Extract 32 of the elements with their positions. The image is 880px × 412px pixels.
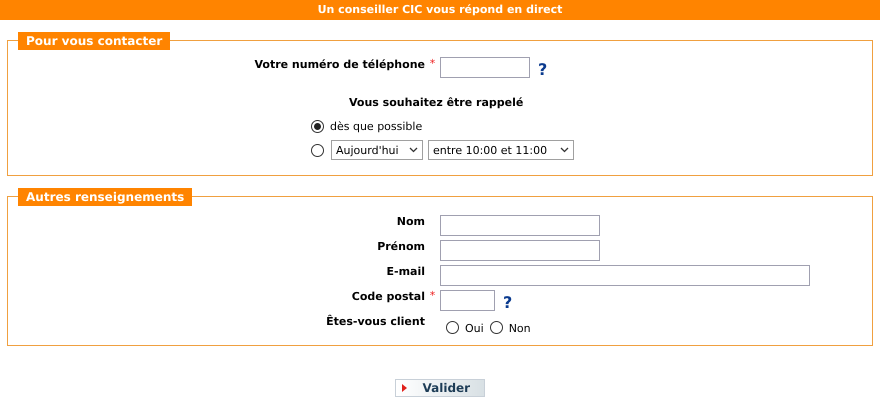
time-dropdown[interactable]: entre 10:00 et 11:00 (428, 140, 574, 160)
field-label: Code postal (350, 289, 425, 303)
field-label: Nom (396, 214, 425, 228)
text-input[interactable] (440, 240, 600, 261)
chevron-icon (560, 147, 569, 153)
help-link[interactable]: ? (503, 289, 512, 312)
radio-label: Oui (465, 322, 484, 335)
help-link[interactable]: ? (538, 56, 548, 78)
text-input[interactable] (440, 265, 810, 286)
triangle-icon (402, 384, 406, 392)
section-legend: Pour vous contacter (18, 32, 170, 50)
day-dropdown[interactable]: Aujourd'hui (331, 140, 423, 160)
field-label: E-mail (385, 264, 425, 278)
radio-button[interactable] (311, 144, 324, 156)
radio-button[interactable] (446, 321, 459, 334)
phone-input[interactable] (440, 56, 530, 78)
chevron-icon (409, 147, 418, 153)
text-input[interactable] (440, 290, 495, 311)
radio-button[interactable] (311, 120, 324, 132)
section-legend: Autres renseignements (18, 188, 192, 206)
text-input[interactable] (440, 215, 600, 236)
submit-button[interactable]: Valider (394, 379, 484, 397)
callback-title: Vous souhaitez être rappelé (349, 95, 524, 111)
radio-button[interactable] (490, 321, 503, 334)
radio-label: dès que possible (330, 120, 422, 132)
radio-label: Non (508, 322, 531, 335)
field-label: Êtes-vous client (325, 314, 425, 328)
field-label: Prénom (376, 239, 425, 253)
field-label: Votre numéro de téléphone (253, 57, 425, 71)
required-mark: * (428, 56, 436, 70)
required-mark: * (428, 288, 436, 302)
header-title: Un conseiller CIC vous répond en direct (318, 3, 562, 16)
